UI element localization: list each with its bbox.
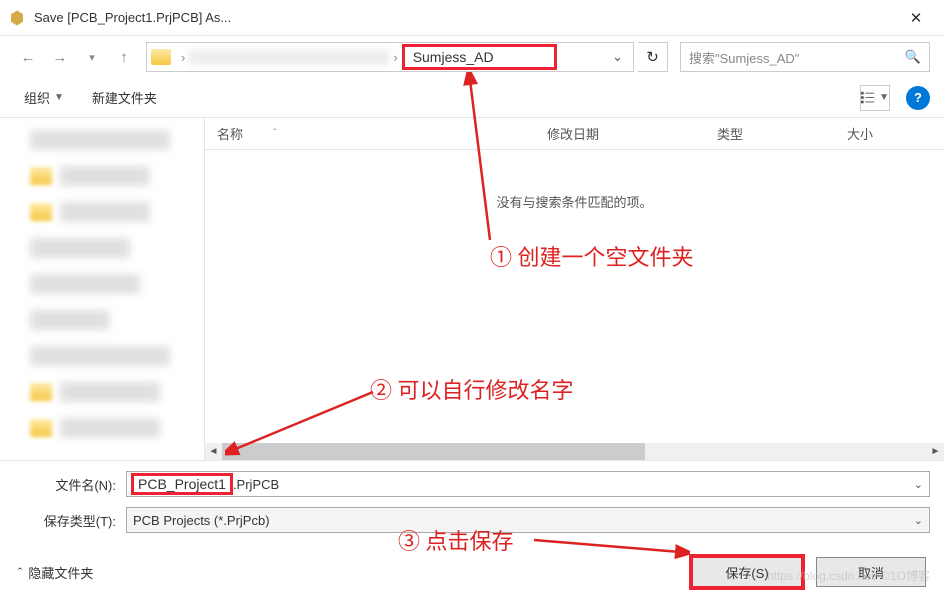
sidebar-item[interactable]: [0, 266, 204, 302]
sidebar-item[interactable]: [0, 338, 204, 374]
column-header-date[interactable]: 修改日期: [547, 124, 717, 143]
hide-folders-button[interactable]: ˆ 隐藏文件夹: [18, 563, 93, 582]
recent-dropdown[interactable]: ▾: [78, 43, 106, 71]
list-view-icon: [861, 91, 875, 105]
scroll-left-icon[interactable]: ◄: [205, 443, 222, 460]
address-bar[interactable]: › › Sumjess_AD ⌄: [146, 42, 634, 72]
filetype-dropdown-icon[interactable]: ⌄: [914, 514, 923, 527]
chevron-up-icon: ˆ: [18, 565, 22, 580]
up-button[interactable]: ↑: [110, 43, 138, 71]
breadcrumb-current[interactable]: Sumjess_AD: [402, 44, 557, 70]
sidebar-item[interactable]: [0, 410, 204, 446]
filename-highlighted: PCB_Project1: [131, 473, 233, 495]
search-placeholder: 搜索"Sumjess_AD": [689, 48, 799, 67]
filename-dropdown-icon[interactable]: ⌄: [914, 478, 923, 491]
watermark: https://blog.csdn.net/ ©1O博客: [767, 567, 930, 584]
back-button[interactable]: ←: [14, 43, 42, 71]
breadcrumb-blur: [189, 49, 389, 65]
chevron-down-icon: ▼: [54, 92, 64, 103]
search-icon: 🔍: [905, 49, 921, 65]
chevron-down-icon: ▼: [879, 92, 889, 103]
sort-indicator-icon: ˆ: [273, 128, 276, 139]
search-input[interactable]: 搜索"Sumjess_AD" 🔍: [680, 42, 930, 72]
window-title: Save [PCB_Project1.PrjPCB] As...: [34, 10, 896, 25]
column-header-name[interactable]: 名称 ˆ: [217, 124, 547, 143]
empty-folder-message: 没有与搜索条件匹配的项。: [205, 150, 944, 211]
sidebar-item[interactable]: [0, 302, 204, 338]
sidebar-item[interactable]: [0, 122, 204, 158]
sidebar-item[interactable]: [0, 230, 204, 266]
organize-button[interactable]: 组织 ▼: [14, 84, 74, 111]
view-mode-button[interactable]: ▼: [860, 85, 890, 111]
sidebar-item[interactable]: [0, 158, 204, 194]
scroll-thumb[interactable]: [222, 443, 645, 460]
sidebar-item[interactable]: [0, 194, 204, 230]
filename-extension: .PrjPCB: [233, 477, 279, 492]
sidebar: [0, 118, 205, 460]
refresh-button[interactable]: ↻: [638, 42, 668, 72]
forward-button[interactable]: →: [46, 43, 74, 71]
column-header-type[interactable]: 类型: [717, 124, 847, 143]
sidebar-item[interactable]: [0, 374, 204, 410]
column-header-size[interactable]: 大小: [847, 124, 873, 143]
breadcrumb-sep: ›: [389, 50, 401, 65]
scroll-right-icon[interactable]: ►: [927, 443, 944, 460]
filename-input[interactable]: PCB_Project1.PrjPCB ⌄: [126, 471, 930, 497]
filetype-select[interactable]: PCB Projects (*.PrjPcb) ⌄: [126, 507, 930, 533]
breadcrumb-sep: ›: [177, 50, 189, 65]
app-icon: [8, 9, 26, 27]
address-dropdown-icon[interactable]: ⌄: [606, 49, 629, 65]
filetype-label: 保存类型(T):: [14, 511, 126, 530]
new-folder-button[interactable]: 新建文件夹: [82, 84, 167, 111]
close-button[interactable]: ✕: [896, 3, 936, 33]
help-button[interactable]: ?: [906, 86, 930, 110]
folder-icon: [151, 49, 171, 65]
horizontal-scrollbar[interactable]: ◄ ►: [205, 443, 944, 460]
filename-label: 文件名(N):: [14, 475, 126, 494]
